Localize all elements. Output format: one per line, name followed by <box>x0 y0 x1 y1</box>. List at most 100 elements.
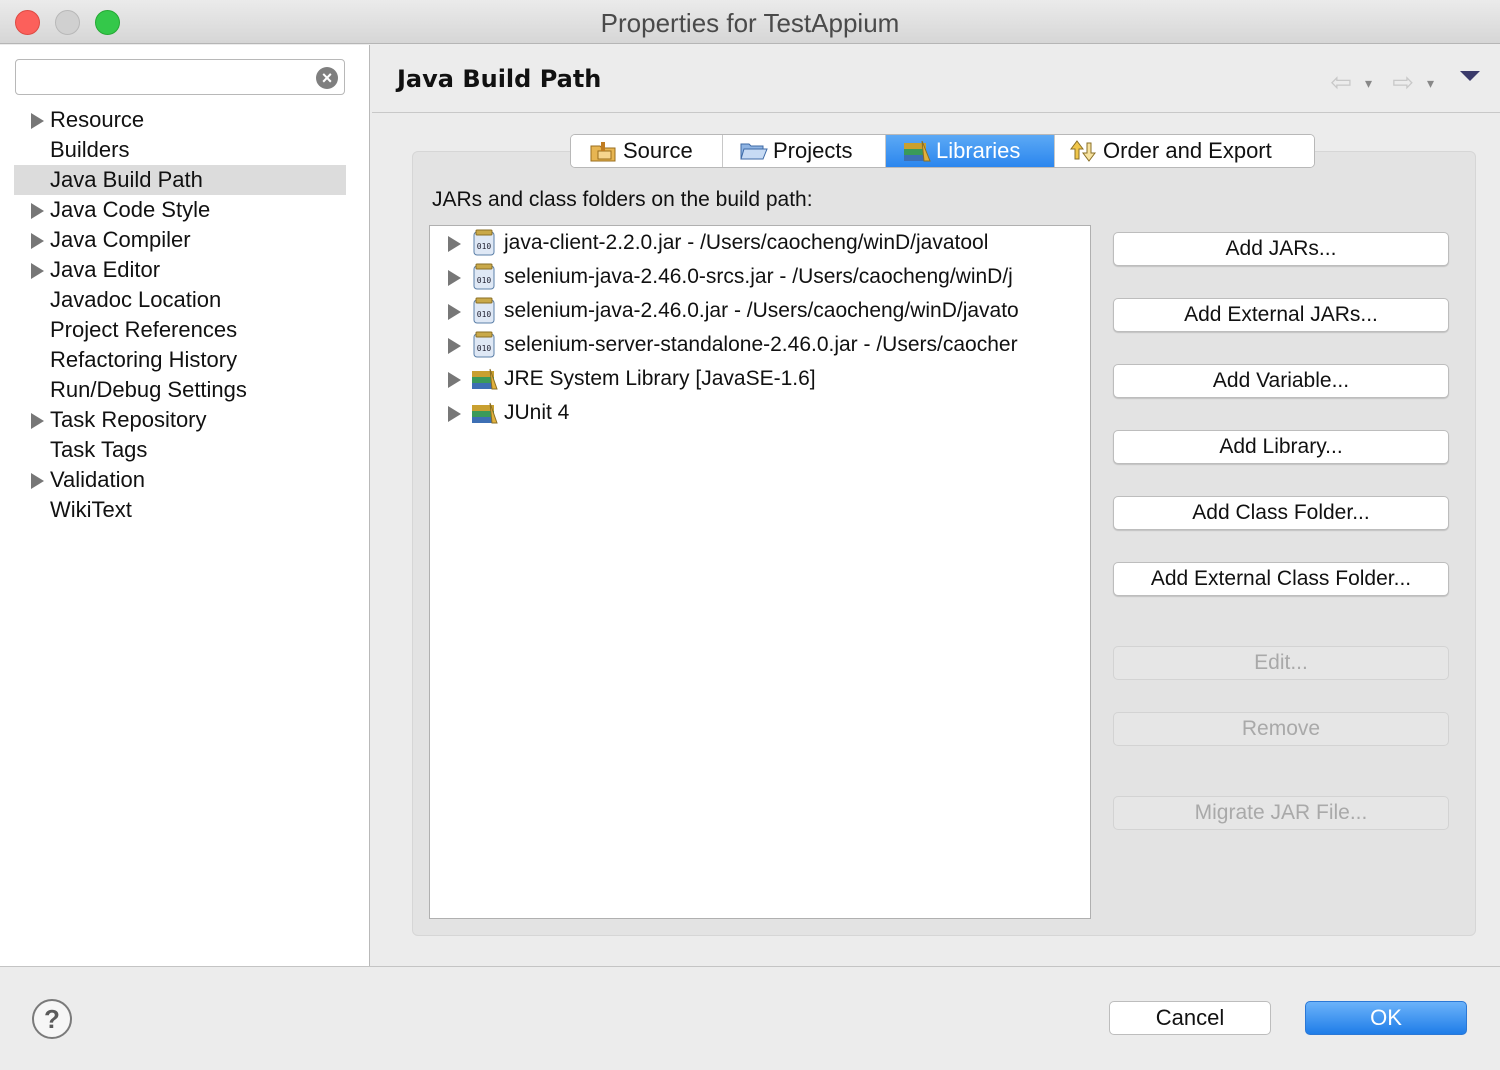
add-variable-button[interactable]: Add Variable... <box>1113 364 1449 398</box>
add-external-jars-button[interactable]: Add External JARs... <box>1113 298 1449 332</box>
tab-label: Projects <box>773 138 853 163</box>
jar-icon: 010 <box>473 229 495 256</box>
tab-projects[interactable]: Projects <box>723 135 886 167</box>
sidebar-item-label: Refactoring History <box>50 347 238 372</box>
sidebar: × Resource Builders Java Build Path Java… <box>0 45 370 966</box>
tab-order-and-export[interactable]: Order and Export <box>1055 135 1314 167</box>
expand-triangle-icon[interactable] <box>448 270 461 286</box>
library-icon <box>472 402 498 424</box>
sidebar-item-label: Builders <box>50 137 130 162</box>
expand-triangle-icon[interactable] <box>448 372 461 388</box>
expand-triangle-icon[interactable] <box>448 304 461 320</box>
sidebar-item-wikitext[interactable]: WikiText <box>14 495 346 525</box>
sidebar-item-label: Validation <box>50 467 145 492</box>
expand-triangle-icon[interactable] <box>31 203 44 219</box>
library-label: JRE System Library [JavaSE-1.6] <box>504 367 816 390</box>
sidebar-item-label: Task Repository <box>50 407 207 432</box>
view-menu-icon[interactable] <box>1460 71 1480 81</box>
sidebar-item-label: Java Compiler <box>50 227 191 252</box>
sidebar-item-label: Project References <box>50 317 238 342</box>
sidebar-item-task-repository[interactable]: Task Repository <box>14 405 346 435</box>
list-item[interactable]: JUnit 4 <box>430 396 1090 430</box>
jar-icon: 010 <box>473 331 495 358</box>
tab-label: Source <box>623 138 693 163</box>
main-panel: Java Build Path ⇦ ▾ ⇨ ▾ JARs and class f… <box>372 45 1500 966</box>
sidebar-item-resource[interactable]: Resource <box>14 105 346 135</box>
dialog-footer: ? Cancel OK <box>0 966 1500 1070</box>
libraries-icon <box>904 140 931 162</box>
sidebar-item-run-debug-settings[interactable]: Run/Debug Settings <box>14 375 346 405</box>
expand-triangle-icon[interactable] <box>31 263 44 279</box>
libraries-list[interactable]: 010 java-client-2.2.0.jar - /Users/caoch… <box>429 225 1091 919</box>
sidebar-item-label: Javadoc Location <box>50 287 222 312</box>
forward-dropdown-icon[interactable]: ▾ <box>1427 75 1434 92</box>
cancel-button[interactable]: Cancel <box>1109 1001 1271 1035</box>
help-icon[interactable]: ? <box>32 999 72 1039</box>
migrate-jar-file-button[interactable]: Migrate JAR File... <box>1113 796 1449 830</box>
sidebar-item-java-editor[interactable]: Java Editor <box>14 255 346 285</box>
list-item[interactable]: 010 java-client-2.2.0.jar - /Users/caoch… <box>430 226 1090 260</box>
sidebar-item-label: Task Tags <box>50 437 148 462</box>
expand-triangle-icon[interactable] <box>31 413 44 429</box>
add-library-button[interactable]: Add Library... <box>1113 430 1449 464</box>
sidebar-item-task-tags[interactable]: Task Tags <box>14 435 346 465</box>
svg-text:010: 010 <box>477 344 492 353</box>
add-jars-button[interactable]: Add JARs... <box>1113 232 1449 266</box>
tab-source[interactable]: Source <box>571 135 723 167</box>
clear-icon[interactable]: × <box>316 67 338 89</box>
svg-text:010: 010 <box>477 242 492 251</box>
sidebar-item-label: Run/Debug Settings <box>50 377 247 402</box>
tab-label: Libraries <box>936 138 1021 163</box>
back-arrow-icon[interactable]: ⇦ <box>1330 67 1352 98</box>
sidebar-item-label: Resource <box>50 107 145 132</box>
edit-button[interactable]: Edit... <box>1113 646 1449 680</box>
list-label: JARs and class folders on the build path… <box>432 188 813 211</box>
sidebar-item-java-compiler[interactable]: Java Compiler <box>14 225 346 255</box>
tab-content-panel: JARs and class folders on the build path… <box>412 151 1476 936</box>
expand-triangle-icon[interactable] <box>448 406 461 422</box>
remove-button[interactable]: Remove <box>1113 712 1449 746</box>
add-external-class-folder-button[interactable]: Add External Class Folder... <box>1113 562 1449 596</box>
forward-arrow-icon[interactable]: ⇨ <box>1392 67 1414 98</box>
back-dropdown-icon[interactable]: ▾ <box>1365 75 1372 92</box>
page-title: Java Build Path <box>397 65 602 93</box>
library-label: selenium-java-2.46.0-srcs.jar - /Users/c… <box>504 265 1013 288</box>
svg-text:010: 010 <box>477 276 492 285</box>
library-icon <box>472 368 498 390</box>
list-item[interactable]: JRE System Library [JavaSE-1.6] <box>430 362 1090 396</box>
list-item[interactable]: 010 selenium-server-standalone-2.46.0.ja… <box>430 328 1090 362</box>
page-header: Java Build Path ⇦ ▾ ⇨ ▾ <box>372 45 1500 113</box>
window-title: Properties for TestAppium <box>600 8 900 38</box>
add-class-folder-button[interactable]: Add Class Folder... <box>1113 496 1449 530</box>
library-label: java-client-2.2.0.jar - /Users/caocheng/… <box>504 231 989 254</box>
library-label: selenium-server-standalone-2.46.0.jar - … <box>504 333 1018 356</box>
sidebar-item-validation[interactable]: Validation <box>14 465 346 495</box>
build-path-tabs: Source Projects Libraries Order and Expo… <box>570 134 1315 168</box>
title-bar: Properties for TestAppium <box>0 0 1500 44</box>
sidebar-item-java-build-path[interactable]: Java Build Path <box>14 165 346 195</box>
library-label: JUnit 4 <box>504 401 570 424</box>
sidebar-item-builders[interactable]: Builders <box>14 135 346 165</box>
source-folder-icon <box>590 142 616 162</box>
ok-button[interactable]: OK <box>1305 1001 1467 1035</box>
expand-triangle-icon[interactable] <box>448 338 461 354</box>
list-item[interactable]: 010 selenium-java-2.46.0.jar - /Users/ca… <box>430 294 1090 328</box>
projects-folder-icon <box>740 143 768 160</box>
sidebar-item-java-code-style[interactable]: Java Code Style <box>14 195 346 225</box>
tab-label: Order and Export <box>1103 138 1272 163</box>
expand-triangle-icon[interactable] <box>31 473 44 489</box>
filter-input[interactable] <box>16 60 306 94</box>
sidebar-item-javadoc-location[interactable]: Javadoc Location <box>14 285 346 315</box>
sidebar-item-project-references[interactable]: Project References <box>14 315 346 345</box>
jar-icon: 010 <box>473 263 495 290</box>
sidebar-item-label: Java Editor <box>50 257 161 282</box>
list-item[interactable]: 010 selenium-java-2.46.0-srcs.jar - /Use… <box>430 260 1090 294</box>
expand-triangle-icon[interactable] <box>448 236 461 252</box>
filter-field[interactable]: × <box>15 59 345 95</box>
tab-libraries[interactable]: Libraries <box>886 135 1055 167</box>
library-label: selenium-java-2.46.0.jar - /Users/caoche… <box>504 299 1019 322</box>
expand-triangle-icon[interactable] <box>31 113 44 129</box>
sidebar-item-label: WikiText <box>50 497 132 522</box>
expand-triangle-icon[interactable] <box>31 233 44 249</box>
sidebar-item-refactoring-history[interactable]: Refactoring History <box>14 345 346 375</box>
